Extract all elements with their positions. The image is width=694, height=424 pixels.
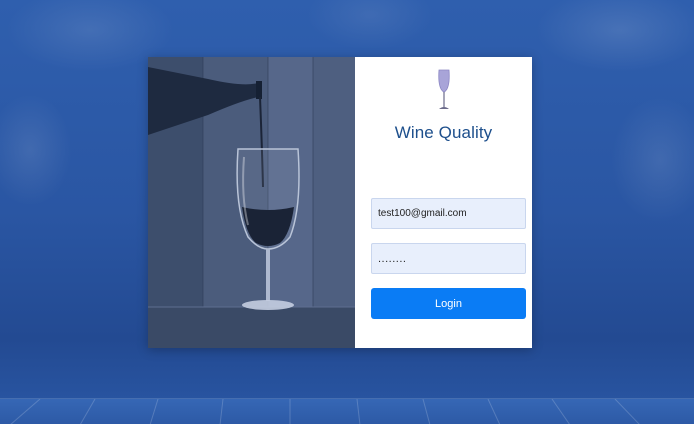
background-floor <box>0 398 694 424</box>
login-card: Wine Quality Login <box>148 57 532 348</box>
login-form-panel: Wine Quality Login <box>355 57 532 348</box>
wine-pour-illustration <box>148 57 355 348</box>
login-button[interactable]: Login <box>371 288 526 319</box>
wine-pour-photo <box>148 57 355 348</box>
wine-glass-icon <box>438 69 450 109</box>
email-field[interactable] <box>371 198 526 229</box>
password-field[interactable] <box>371 243 526 274</box>
brand-title: Wine Quality <box>394 123 493 142</box>
